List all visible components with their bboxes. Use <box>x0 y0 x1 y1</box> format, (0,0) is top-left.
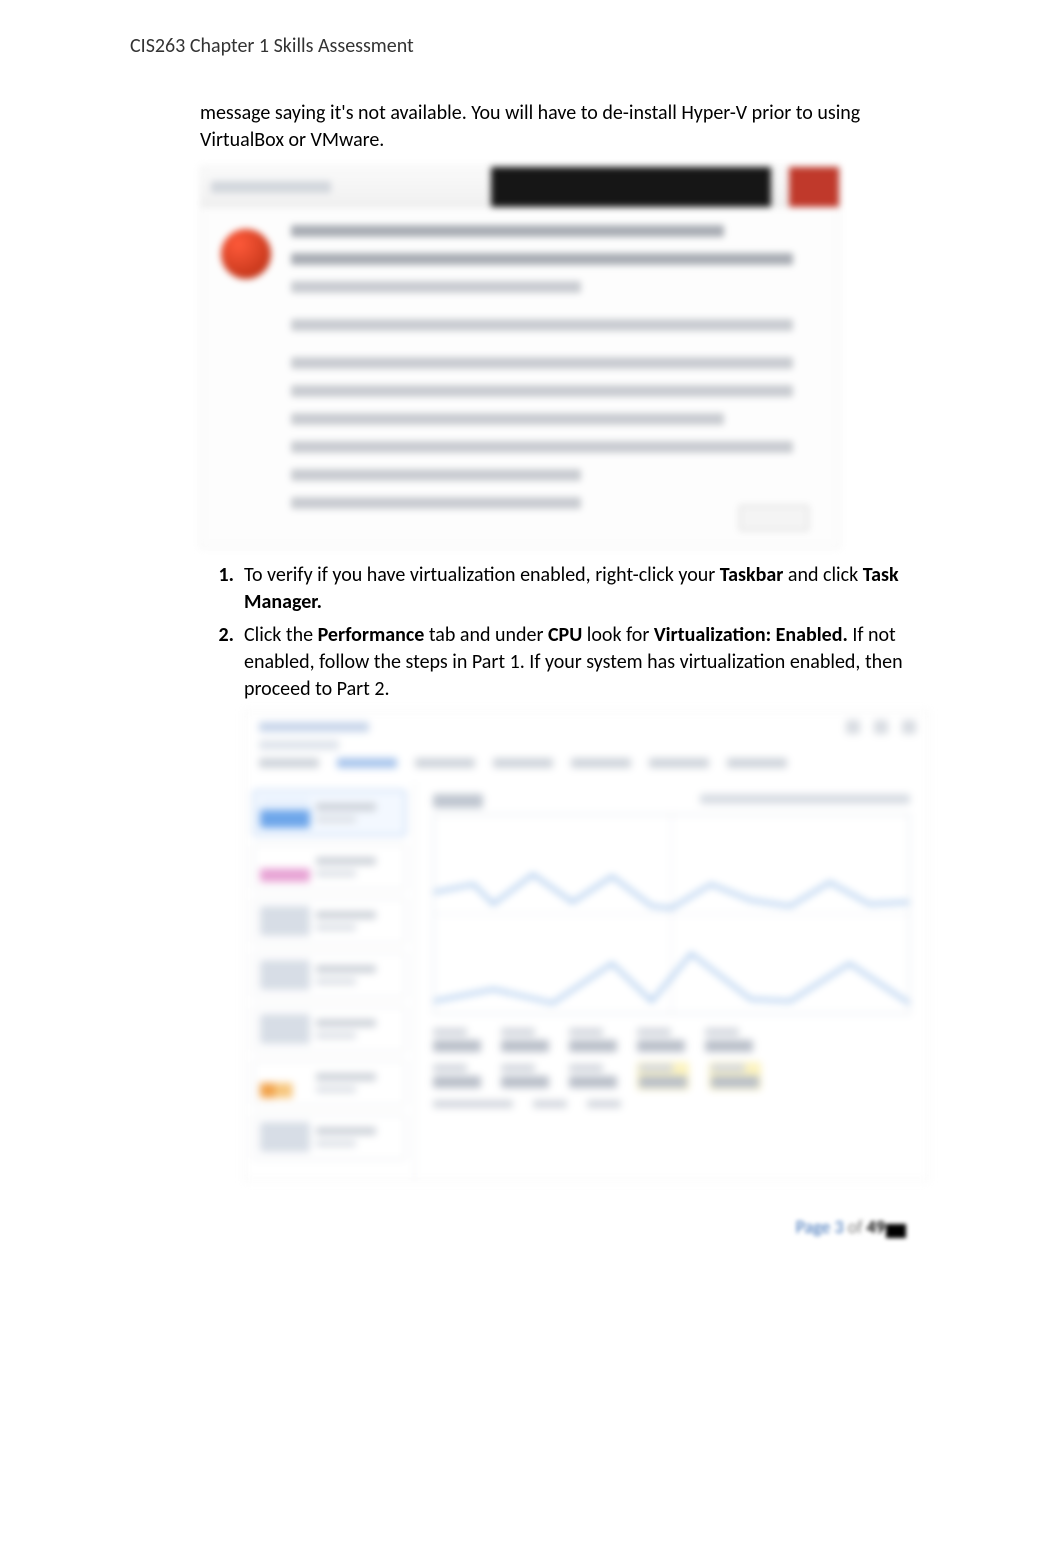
perf-sidebar <box>245 782 415 1181</box>
step-2: 2. Click the Performance tab and under C… <box>200 622 932 703</box>
virtualization-highlight <box>637 1062 689 1090</box>
step-text: Click the Performance tab and under CPU … <box>244 622 932 703</box>
page-header: CIS263 Chapter 1 Skills Assessment <box>130 34 932 58</box>
close-icon <box>789 167 839 207</box>
step-text: To verify if you have virtualization ena… <box>244 562 932 616</box>
intro-paragraph: message saying it's not available. You w… <box>200 100 932 154</box>
page-footer: Page 3 of 49 <box>796 1216 906 1238</box>
task-manager-figure <box>244 711 929 1181</box>
cpu-chart <box>433 814 910 1014</box>
step-number: 1. <box>200 562 234 616</box>
step-1: 1. To verify if you have virtualization … <box>200 562 932 616</box>
error-icon <box>221 229 271 279</box>
step-number: 2. <box>200 622 234 703</box>
window-controls <box>846 720 916 734</box>
error-dialog-figure <box>200 166 840 548</box>
ok-button <box>739 505 809 531</box>
